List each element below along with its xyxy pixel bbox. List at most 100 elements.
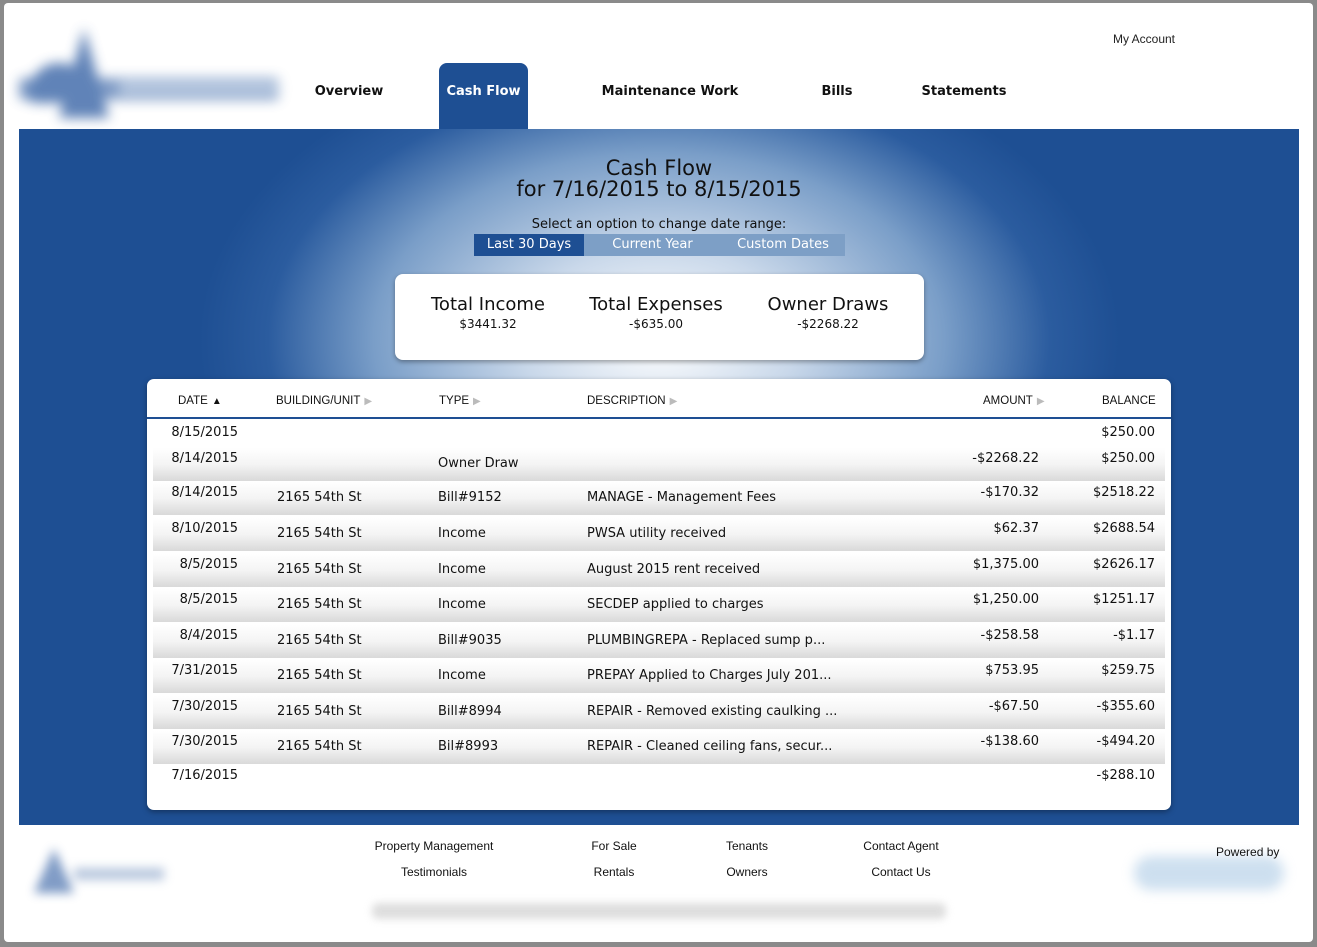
my-account-link[interactable]: My Account: [1113, 32, 1175, 46]
cell-date: 7/16/2015: [171, 768, 238, 783]
nav-tab-cash-flow[interactable]: Cash Flow: [439, 63, 528, 131]
footer-link-owners[interactable]: Owners: [712, 865, 782, 879]
cell-description: REPAIR - Cleaned ceiling fans, secur...: [587, 739, 833, 754]
cell-amount: -$2268.22: [972, 451, 1039, 466]
table-row[interactable]: 8/5/2015 2165 54th St Income SECDEP applied…: [153, 589, 1165, 622]
column-header-amount[interactable]: AMOUNT ▶: [983, 395, 1045, 407]
column-header-description-label: DESCRIPTION: [587, 395, 666, 407]
column-header-building-label: BUILDING/UNIT: [276, 395, 361, 407]
range-custom-dates-button[interactable]: Custom Dates: [721, 234, 845, 256]
footer-logo[interactable]: [24, 843, 174, 903]
owner-draws-label: Owner Draws: [767, 294, 889, 315]
cell-description: August 2015 rent received: [587, 562, 761, 577]
nav-tab-statements[interactable]: Statements: [914, 63, 1014, 129]
cell-description: REPAIR - Removed existing caulking ...: [587, 704, 838, 719]
table-row[interactable]: 8/14/2015 2165 54th St Bill#9152 MANAGE - M…: [153, 482, 1165, 515]
footer-link-property-management[interactable]: Property Management: [364, 839, 504, 853]
copyright-text-blurred: [372, 903, 946, 919]
cell-building: 2165 54th St: [277, 526, 362, 541]
table-row[interactable]: 7/16/2015 -$288.10: [153, 766, 1165, 799]
cell-balance: -$288.10: [1096, 768, 1155, 783]
cell-type: Bill#8994: [438, 704, 502, 719]
cell-building: 2165 54th St: [277, 739, 362, 754]
cell-balance: $250.00: [1101, 425, 1155, 440]
powered-by-label: Powered by: [1216, 845, 1280, 859]
cell-date: 8/5/2015: [179, 557, 238, 572]
cell-building: 2165 54th St: [277, 490, 362, 505]
table-row[interactable]: 8/10/2015 2165 54th St Income PWSA utility …: [153, 518, 1165, 551]
column-header-description[interactable]: DESCRIPTION ▶: [587, 395, 677, 407]
cell-description: PREPAY Applied to Charges July 201...: [587, 668, 832, 683]
footer-link-rentals[interactable]: Rentals: [579, 865, 649, 879]
browser-window: My Account Overview Cash Flow Maintenanc…: [4, 3, 1313, 942]
table-row[interactable]: 8/5/2015 2165 54th St Income August 2015 re…: [153, 554, 1165, 587]
cell-description: PWSA utility received: [587, 526, 727, 541]
cell-amount: -$138.60: [980, 734, 1039, 749]
cell-description: PLUMBINGREPA - Replaced sump p...: [587, 633, 826, 648]
column-header-balance[interactable]: BALANCE: [1102, 395, 1156, 407]
footer-link-contact-us[interactable]: Contact Us: [851, 865, 951, 879]
cell-description: MANAGE - Management Fees: [587, 490, 777, 505]
sort-arrow-icon: ▶: [1036, 396, 1045, 407]
cell-type: Income: [438, 562, 486, 577]
footer-link-for-sale[interactable]: For Sale: [579, 839, 649, 853]
cell-type: Bill#9035: [438, 633, 502, 648]
cell-balance: $259.75: [1101, 663, 1155, 678]
range-last-30-days-button[interactable]: Last 30 Days: [474, 234, 584, 256]
nav-tab-maintenance-work-orders[interactable]: Maintenance Work Orders: [579, 63, 761, 157]
total-expenses-label: Total Expenses: [589, 294, 723, 315]
footer-link-testimonials[interactable]: Testimonials: [384, 865, 484, 879]
cell-date: 7/31/2015: [171, 663, 238, 678]
owner-draws-value: -$2268.22: [797, 317, 859, 331]
table-row[interactable]: 8/14/2015 Owner Draw -$2268.22 $250.00: [153, 448, 1165, 481]
table-row[interactable]: 8/4/2015 2165 54th St Bill#9035 PLUMBINGREP…: [153, 625, 1165, 658]
cell-balance: -$494.20: [1096, 734, 1155, 749]
cell-balance: $2688.54: [1092, 521, 1155, 536]
table-row[interactable]: 7/30/2015 2165 54th St Bil#8993 REPAIR - Cl…: [153, 731, 1165, 764]
total-income: Total Income $3441.32: [423, 294, 553, 331]
cell-type: Bil#8993: [438, 739, 499, 754]
cell-date: 7/30/2015: [171, 699, 238, 714]
total-expenses: Total Expenses -$635.00: [585, 294, 727, 331]
cell-type: Owner Draw: [438, 456, 519, 471]
total-income-value: $3441.32: [459, 317, 517, 331]
sort-arrow-icon: ▶: [364, 396, 373, 407]
cell-date: 8/5/2015: [179, 592, 238, 607]
cell-date: 8/10/2015: [171, 521, 238, 536]
cell-building: 2165 54th St: [277, 633, 362, 648]
range-current-year-button[interactable]: Current Year: [584, 234, 721, 256]
cell-balance: -$355.60: [1096, 699, 1155, 714]
cell-description: SECDEP applied to charges: [587, 597, 764, 612]
column-header-amount-label: AMOUNT: [983, 395, 1033, 407]
cell-amount: -$170.32: [980, 485, 1039, 500]
transactions-table: DATE ▲ BUILDING/UNIT ▶ TYPE ▶ DESCRIPTION ▶ …: [147, 379, 1171, 810]
column-header-type[interactable]: TYPE ▶: [439, 395, 481, 407]
cell-date: 8/4/2015: [179, 628, 238, 643]
cell-building: 2165 54th St: [277, 562, 362, 577]
sort-arrow-icon: ▶: [669, 396, 678, 407]
cell-type: Income: [438, 597, 486, 612]
nav-tab-bills[interactable]: Bills: [812, 63, 862, 129]
cell-building: 2165 54th St: [277, 597, 362, 612]
total-income-label: Total Income: [431, 294, 545, 315]
header-divider: [147, 417, 1171, 419]
column-header-date[interactable]: DATE ▲: [178, 395, 222, 407]
cell-date: 8/14/2015: [171, 485, 238, 500]
total-expenses-value: -$635.00: [629, 317, 683, 331]
nav-tab-overview[interactable]: Overview: [304, 63, 394, 129]
company-logo[interactable]: [19, 23, 289, 133]
footer-link-contact-agent[interactable]: Contact Agent: [851, 839, 951, 853]
table-row[interactable]: 7/30/2015 2165 54th St Bill#8994 REPAIR - R…: [153, 696, 1165, 729]
cell-amount: -$258.58: [980, 628, 1039, 643]
cell-building: 2165 54th St: [277, 668, 362, 683]
table-row[interactable]: 7/31/2015 2165 54th St Income PREPAY Applie…: [153, 660, 1165, 693]
cell-amount: $1,375.00: [972, 557, 1039, 572]
cell-type: Bill#9152: [438, 490, 502, 505]
footer-link-tenants[interactable]: Tenants: [712, 839, 782, 853]
cell-amount: -$67.50: [988, 699, 1039, 714]
column-header-balance-label: BALANCE: [1102, 395, 1156, 407]
cell-amount: $1,250.00: [972, 592, 1039, 607]
column-header-building-unit[interactable]: BUILDING/UNIT ▶: [276, 395, 372, 407]
date-range-selector: Last 30 Days Current Year Custom Dates: [474, 234, 845, 256]
cell-balance: $1251.17: [1092, 592, 1155, 607]
